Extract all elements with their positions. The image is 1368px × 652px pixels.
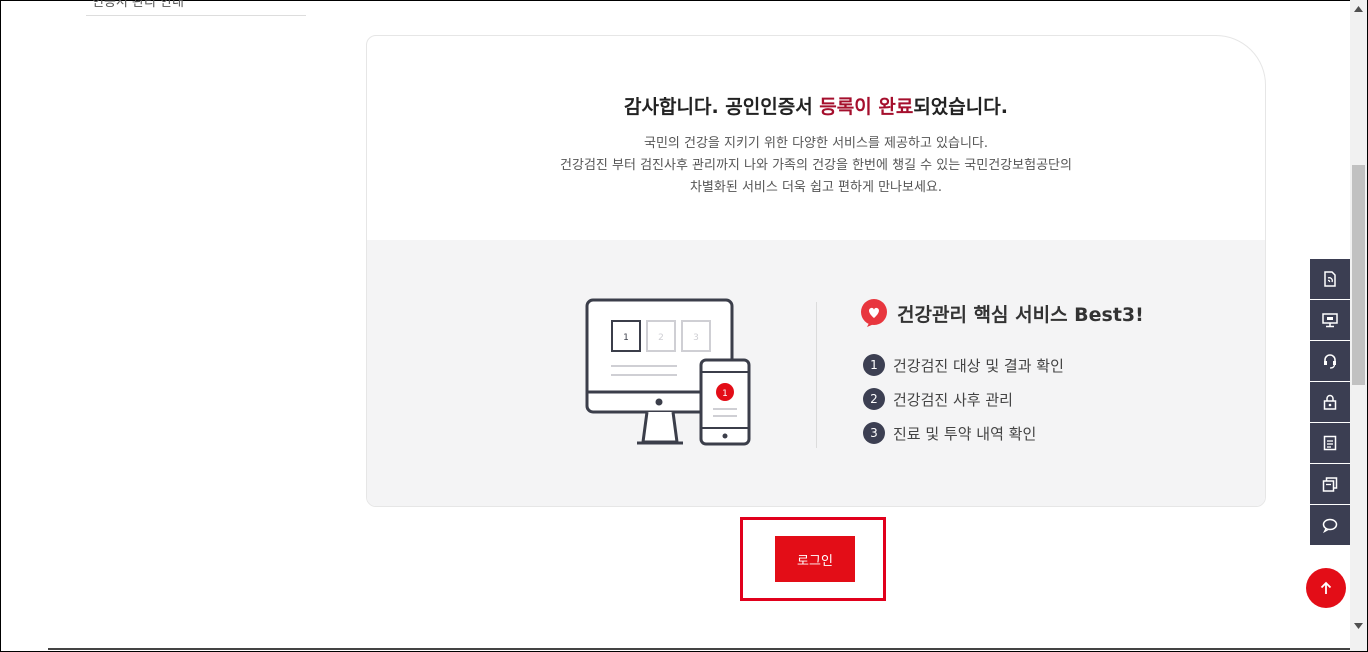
completion-title: 감사합니다. 공인인증서 등록이 완료되었습니다. xyxy=(367,92,1265,119)
document-icon xyxy=(1324,271,1336,287)
item-number-badge: 2 xyxy=(863,388,885,410)
item-label: 건강검진 대상 및 결과 확인 xyxy=(893,356,1064,375)
quick-menu-list-button[interactable] xyxy=(1310,423,1350,463)
title-suffix: 되었습니다. xyxy=(913,96,1008,118)
quick-menu-chat-button[interactable] xyxy=(1310,505,1350,545)
card-header-section: 감사합니다. 공인인증서 등록이 완료되었습니다. 국민의 건강을 지키기 위한… xyxy=(367,36,1265,240)
item-number-badge: 1 xyxy=(863,354,885,376)
scroll-up-arrow[interactable] xyxy=(1350,0,1367,17)
headset-icon xyxy=(1324,354,1336,369)
list-item: 2 건강검진 사후 관리 xyxy=(863,382,1064,416)
monitor-icon xyxy=(1322,313,1338,328)
devices-image: 1 2 3 1 xyxy=(585,298,751,446)
chat-icon xyxy=(1322,518,1338,534)
page-scrollbar[interactable] xyxy=(1350,0,1367,651)
item-number-badge: 3 xyxy=(863,422,885,444)
section-divider xyxy=(816,302,817,448)
chevron-down-icon xyxy=(1354,622,1363,629)
heart-bubble-icon xyxy=(861,299,887,327)
best-services-heading: 건강관리 핵심 서비스 Best3! xyxy=(859,298,1144,328)
item-label: 건강검진 사후 관리 xyxy=(893,390,1013,409)
title-prefix: 감사합니다. 공인인증서 xyxy=(624,96,820,118)
quick-menu-copy-button[interactable] xyxy=(1310,464,1350,504)
chevron-up-icon xyxy=(1354,5,1363,12)
list-icon xyxy=(1323,435,1337,451)
monitor-box-label: 3 xyxy=(693,333,699,343)
scroll-down-arrow[interactable] xyxy=(1350,617,1367,634)
scroll-to-top-button[interactable] xyxy=(1306,568,1346,608)
item-label: 진료 및 투약 내역 확인 xyxy=(893,424,1037,443)
completion-description: 국민의 건강을 지키기 위한 다양한 서비스를 제공하고 있습니다. 건강검진 … xyxy=(367,133,1265,199)
devices-illustration: 1 2 3 1 xyxy=(585,298,755,452)
description-line: 건강검진 부터 검진사후 관리까지 나와 가족의 건강을 한번에 챙길 수 있는… xyxy=(560,158,1072,173)
quick-menu-lock-button[interactable] xyxy=(1310,382,1350,422)
left-nav-partial-label: 인증서 관리 안내 xyxy=(92,0,184,10)
bottom-edge xyxy=(48,648,1350,650)
lock-icon xyxy=(1323,394,1337,410)
quick-menu-headset-button[interactable] xyxy=(1310,341,1350,381)
quick-menu-document-button[interactable] xyxy=(1310,259,1350,299)
phone-badge-label: 1 xyxy=(722,389,728,399)
monitor-box-label: 2 xyxy=(658,333,664,343)
title-highlight: 등록이 완료 xyxy=(819,96,914,118)
list-item: 3 진료 및 투약 내역 확인 xyxy=(863,416,1064,450)
arrow-up-icon xyxy=(1320,581,1332,594)
left-nav-partial-item[interactable]: 인증서 관리 안내 xyxy=(86,0,306,16)
scrollbar-thumb[interactable] xyxy=(1352,165,1365,385)
quick-menu xyxy=(1310,259,1350,546)
list-item: 1 건강검진 대상 및 결과 확인 xyxy=(863,348,1064,382)
monitor-box-label: 1 xyxy=(623,333,629,343)
best-services-section: 1 2 3 1 건강관리 핵심 서비스 Best3! 1 건강검진 대상 및 결… xyxy=(367,240,1265,506)
login-button[interactable]: 로그인 xyxy=(775,536,855,582)
completion-card: 감사합니다. 공인인증서 등록이 완료되었습니다. 국민의 건강을 지키기 위한… xyxy=(366,35,1266,507)
description-line: 차별화된 서비스 더욱 쉽고 편하게 만나보세요. xyxy=(689,180,943,195)
description-line: 국민의 건강을 지키기 위한 다양한 서비스를 제공하고 있습니다. xyxy=(643,136,989,151)
copy-icon xyxy=(1322,477,1338,492)
quick-menu-monitor-button[interactable] xyxy=(1310,300,1350,340)
best-services-title: 건강관리 핵심 서비스 Best3! xyxy=(897,303,1144,326)
best-services-list: 1 건강검진 대상 및 결과 확인 2 건강검진 사후 관리 3 진료 및 투약… xyxy=(863,348,1064,450)
